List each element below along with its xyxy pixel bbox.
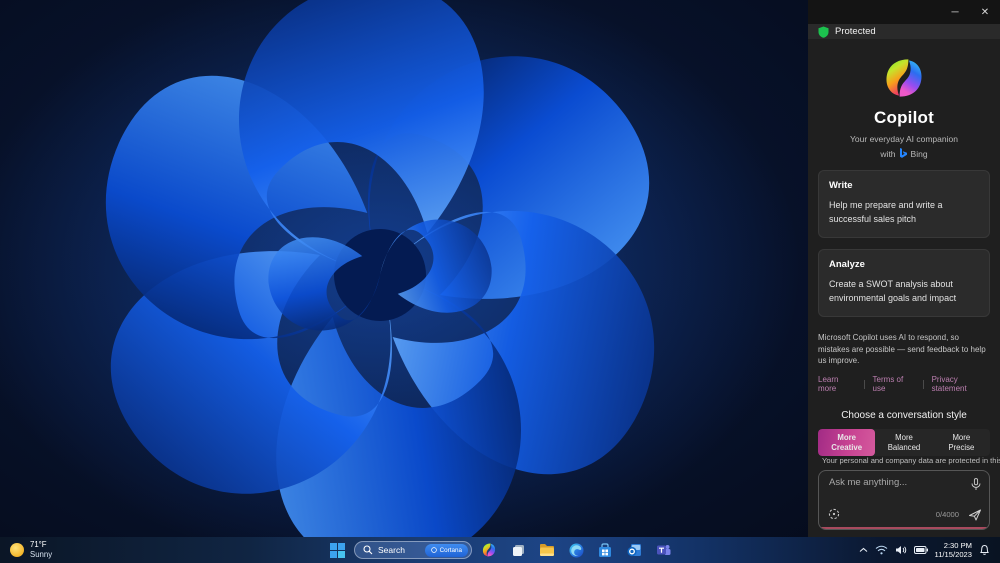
weather-condition: Sunny <box>30 550 53 559</box>
search-icon <box>363 545 373 555</box>
close-button[interactable]: ✕ <box>970 0 1000 24</box>
bing-icon <box>899 148 907 159</box>
learn-more-link[interactable]: Learn more <box>818 375 856 393</box>
weather-temp: 71°F <box>30 540 47 550</box>
taskbar-app-microsoft-store[interactable] <box>593 538 617 562</box>
notification-bell-icon[interactable] <box>979 544 990 556</box>
data-protection-note: Your personal and company data are prote… <box>818 456 1000 470</box>
screenshot-icon[interactable] <box>828 508 840 520</box>
suggestion-card-write[interactable]: Write Help me prepare and write a succes… <box>818 170 990 239</box>
teams-icon <box>656 545 670 555</box>
weather-widget[interactable]: 71°F Sunny <box>0 540 52 559</box>
taskbar-app-file-explorer[interactable] <box>535 538 559 562</box>
terms-of-use-link[interactable]: Terms of use <box>873 375 915 393</box>
copilot-title: Copilot <box>874 108 934 128</box>
copilot-taskbar-icon <box>482 543 496 557</box>
shield-icon <box>818 26 829 38</box>
clock[interactable]: 2:30 PM 11/15/2023 <box>935 541 972 560</box>
task-view-icon <box>512 544 524 556</box>
minimize-button[interactable]: ─ <box>940 0 970 24</box>
tray-time: 2:30 PM <box>943 540 972 550</box>
conversation-style-toggle: More Creative More Balanced More Precise <box>818 429 990 456</box>
taskbar-app-outlook[interactable] <box>622 538 646 562</box>
edge-icon <box>569 543 583 557</box>
conversation-style-heading: Choose a conversation style <box>841 410 967 421</box>
search-highlight-badge[interactable]: Cortana <box>424 543 468 557</box>
copilot-with-bing: with Bing <box>818 148 990 159</box>
copilot-subtitle: Your everyday AI companion <box>850 134 958 145</box>
style-more-precise[interactable]: More Precise <box>933 429 990 456</box>
ai-disclaimer: Microsoft Copilot uses AI to respond, so… <box>818 333 986 366</box>
card-body: Create a SWOT analysis about environment… <box>829 279 957 303</box>
input-accent-underline <box>820 527 988 529</box>
card-body: Help me prepare and write a successful s… <box>829 200 943 224</box>
file-explorer-icon <box>540 544 554 556</box>
desktop: ─ ✕ Protected Copilot Your everyday AI c… <box>0 0 1000 563</box>
chat-input-box: 0/4000 <box>818 470 990 530</box>
microsoft-store-icon <box>599 542 611 557</box>
taskbar-app-task-view[interactable] <box>506 538 530 562</box>
copilot-logo-icon <box>886 59 922 97</box>
card-title: Write <box>829 180 853 192</box>
search-box[interactable]: Search Cortana <box>354 541 472 559</box>
battery-icon[interactable] <box>913 546 928 554</box>
chat-input[interactable] <box>829 477 961 499</box>
windows-logo-icon <box>329 542 345 558</box>
outlook-icon <box>626 544 641 557</box>
card-title: Analyze <box>829 259 865 271</box>
volume-icon[interactable] <box>895 545 907 555</box>
bing-label: Bing <box>910 148 928 159</box>
microphone-icon[interactable] <box>971 478 981 491</box>
style-more-creative[interactable]: More Creative <box>818 429 876 456</box>
with-label: with <box>880 148 896 159</box>
sparkle-icon <box>430 547 437 553</box>
suggestion-card-analyze[interactable]: Analyze Create a SWOT analysis about env… <box>818 249 990 318</box>
copilot-titlebar: ─ ✕ <box>808 0 1000 24</box>
copilot-panel: ─ ✕ Protected Copilot Your everyday AI c… <box>808 0 1000 537</box>
tray-date: 11/15/2023 <box>934 550 972 559</box>
footer-links: Learn more Terms of use Privacy statemen… <box>818 375 990 393</box>
taskbar: 71°F Sunny Search Cortana 2:30 PM 11/15/… <box>0 537 1000 563</box>
taskbar-app-edge[interactable] <box>564 538 588 562</box>
taskbar-app-copilot[interactable] <box>477 538 501 562</box>
taskbar-app-teams[interactable] <box>651 538 675 562</box>
start-button[interactable] <box>325 538 349 562</box>
send-icon[interactable] <box>968 508 982 522</box>
protected-label: Protected <box>835 26 876 38</box>
privacy-statement-link[interactable]: Privacy statement <box>932 375 990 393</box>
wifi-icon[interactable] <box>875 545 888 555</box>
protected-status[interactable]: Protected <box>808 24 1000 40</box>
character-counter: 0/4000 <box>935 510 959 519</box>
tray-chevron-up-icon[interactable] <box>859 547 868 553</box>
style-more-balanced[interactable]: More Balanced <box>875 429 932 456</box>
search-label: Search <box>378 545 405 555</box>
sun-icon <box>10 543 24 557</box>
